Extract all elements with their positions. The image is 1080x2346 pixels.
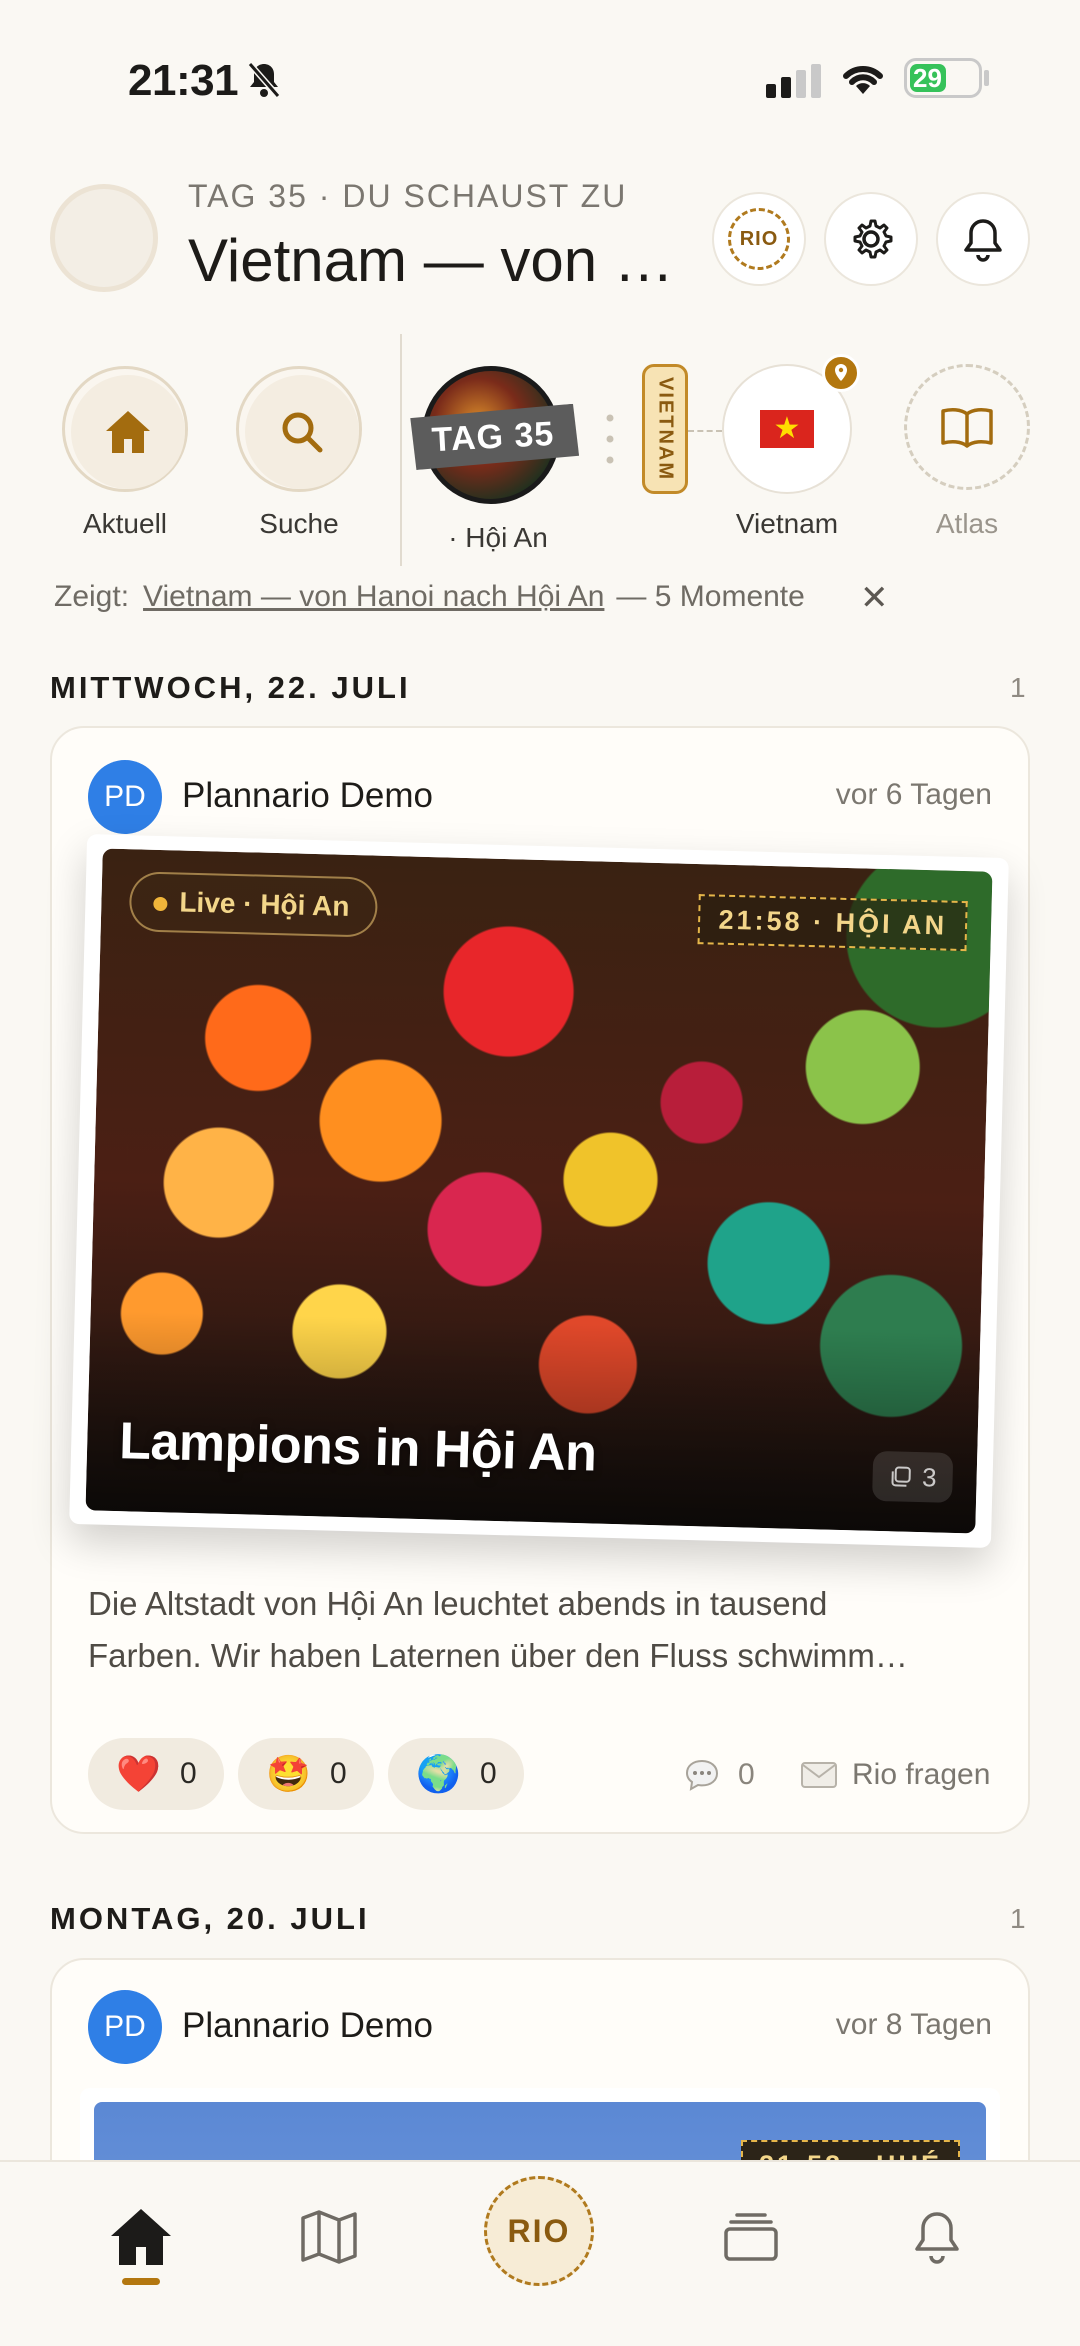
- vietnam-chapter-tag[interactable]: VIETNAM: [642, 364, 688, 494]
- photo-count: 3: [921, 1461, 938, 1493]
- ask-rio-button[interactable]: Rio fragen: [800, 1758, 990, 1792]
- moment-card[interactable]: PD Plannario Demo vor 6 Tagen Live · Hội…: [50, 726, 1030, 1834]
- heart-emoji-icon: ❤️: [116, 1754, 161, 1795]
- filter-line: Zeigt: Vietnam — von Hanoi nach Hội An — 5…: [54, 580, 805, 614]
- trip-title[interactable]: Vietnam — von Hanoi nach Hội An: [188, 226, 688, 295]
- story-current[interactable]: [62, 366, 188, 492]
- author-name[interactable]: Plannario Demo: [182, 776, 433, 816]
- profile-avatar[interactable]: [50, 184, 158, 292]
- post-time: vor 8 Tagen: [835, 2008, 992, 2041]
- rio-tab-label: RIO: [507, 2212, 571, 2249]
- description-line-2: Farben. Wir haben Laternen über den Flus…: [88, 1637, 908, 1674]
- comments-button[interactable]: 0: [684, 1758, 755, 1792]
- rio-button[interactable]: RIO: [712, 192, 806, 286]
- notifications-button[interactable]: [936, 192, 1030, 286]
- moment-description[interactable]: Die Altstadt von Hội An leuchtet abends …: [88, 1578, 988, 1682]
- story-search[interactable]: [236, 366, 362, 492]
- author-avatar[interactable]: PD: [88, 1990, 162, 2064]
- location-pin-icon: [822, 354, 860, 392]
- day-count: 1: [1010, 672, 1026, 703]
- reaction-count: 0: [480, 1757, 497, 1790]
- description-line-1: Die Altstadt von Hội An leuchtet abends …: [88, 1585, 828, 1622]
- connector-line: [688, 430, 722, 432]
- rio-badge: RIO: [728, 208, 790, 270]
- globe-emoji-icon: 🌍: [416, 1754, 461, 1795]
- lanterns-photo: Live · Hội An 21:58 · HỘI AN Lampions in…: [85, 848, 993, 1534]
- filter-trip-link[interactable]: Vietnam — von Hanoi nach Hội An: [143, 580, 604, 613]
- post-time: vor 6 Tagen: [835, 778, 992, 811]
- trip-day-subtitle: TAG 35 · DU SCHAUST ZU: [188, 178, 628, 214]
- tab-home[interactable]: [96, 2192, 186, 2282]
- photo-count-badge: 3: [871, 1450, 954, 1503]
- day-heading: MONTAG, 20. JULI: [50, 1901, 370, 1936]
- bell-icon: [964, 219, 1002, 262]
- battery-cap: [984, 70, 989, 86]
- story-search-label: Suche: [259, 508, 339, 539]
- map-icon: [301, 2210, 357, 2264]
- filter-suffix: — 5 Momente: [616, 580, 805, 613]
- story-current-label: Aktuell: [82, 508, 168, 539]
- reaction-globe-button[interactable]: 🌍 0: [388, 1738, 524, 1810]
- battery-percent: 29: [913, 63, 942, 93]
- reaction-count: 0: [330, 1757, 347, 1790]
- more-dots-icon: [606, 414, 614, 464]
- author-avatar[interactable]: PD: [88, 760, 162, 834]
- story-day-35-label: · Hội An: [448, 522, 548, 553]
- gallery-icon: [891, 1466, 911, 1487]
- stack-icon: [724, 2213, 778, 2261]
- story-current-inner: [71, 375, 185, 489]
- reaction-heart-button[interactable]: ❤️ 0: [88, 1738, 224, 1810]
- tab-rio[interactable]: RIO: [484, 2176, 594, 2286]
- photo-title: Lampions in Hội An: [118, 1412, 598, 1483]
- live-label: Live · Hội An: [179, 886, 350, 922]
- day-heading: MITTWOCH, 22. JULI: [50, 670, 411, 705]
- ask-rio-label: Rio fragen: [852, 1758, 991, 1791]
- story-search-inner: [245, 375, 359, 489]
- reaction-starstruck-button[interactable]: 🤩 0: [238, 1738, 374, 1810]
- tab-collections[interactable]: [706, 2192, 796, 2282]
- wifi-icon: [843, 65, 883, 94]
- envelope-icon: [801, 1762, 837, 1788]
- tab-bar: RIO: [0, 2160, 1080, 2346]
- filter-clear-button[interactable]: ✕: [860, 578, 889, 618]
- status-time: 21:31: [128, 56, 239, 105]
- gear-icon: [853, 219, 893, 259]
- stories-divider: [400, 334, 402, 566]
- cellular-signal-icon: [766, 64, 821, 98]
- app-screen: 21:31 29 TAG 35 · DU SCHAUST ZU Vietnam …: [0, 0, 1080, 2346]
- author-name[interactable]: Plannario Demo: [182, 2006, 433, 2046]
- time-location-stamp: 21:58 · HỘI AN: [697, 894, 968, 952]
- reaction-count: 0: [180, 1757, 197, 1790]
- bell-muted-icon: [247, 62, 281, 98]
- comment-count: 0: [738, 1758, 755, 1791]
- filter-prefix: Zeigt:: [54, 580, 130, 613]
- battery-indicator: 29: [904, 58, 982, 98]
- bell-icon: [915, 2212, 959, 2264]
- story-atlas[interactable]: [904, 364, 1030, 490]
- tab-notifications[interactable]: [892, 2192, 982, 2282]
- home-icon: [111, 2209, 171, 2265]
- photo-frame[interactable]: Live · Hội An 21:58 · HỘI AN Lampions in…: [69, 834, 1009, 1548]
- story-country-label: Vietnam: [735, 508, 839, 539]
- vietnam-flag-icon: ★: [760, 410, 814, 448]
- settings-button[interactable]: [824, 192, 918, 286]
- tab-map[interactable]: [284, 2192, 374, 2282]
- day-count: 1: [1010, 1903, 1026, 1934]
- starstruck-emoji-icon: 🤩: [266, 1754, 311, 1795]
- book-open-icon: [941, 408, 993, 448]
- search-icon: [282, 412, 323, 453]
- live-location-pill: Live · Hội An: [128, 871, 379, 938]
- speech-bubble-icon: [685, 1759, 719, 1791]
- live-dot: [153, 896, 168, 912]
- vietnam-chapter-label: VIETNAM: [654, 377, 677, 481]
- active-tab-indicator: [122, 2278, 160, 2285]
- home-icon: [106, 411, 150, 453]
- story-atlas-label: Atlas: [935, 508, 999, 539]
